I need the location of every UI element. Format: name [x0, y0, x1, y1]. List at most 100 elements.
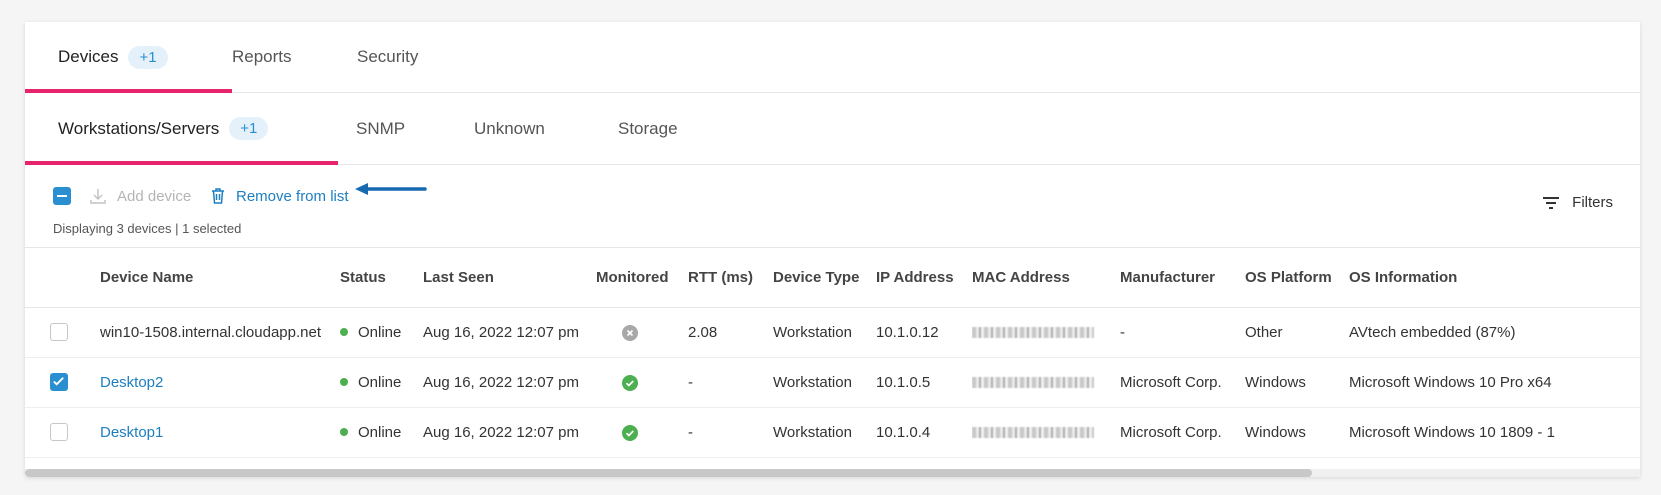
add-device-button[interactable]: Add device	[89, 187, 191, 205]
online-status-dot	[340, 327, 348, 336]
indeterminate-icon	[57, 195, 67, 197]
main-tabs: Devices +1 Reports Security	[25, 22, 1640, 93]
os-information: Microsoft Windows 10 1809 - 1	[1349, 407, 1640, 458]
tab-workstations-label: Workstations/Servers	[58, 118, 220, 138]
status-text: Online	[358, 423, 402, 441]
tab-security-label: Security	[357, 47, 419, 66]
status-cell: Online	[340, 407, 423, 458]
manufacturer: Microsoft Corp.	[1120, 357, 1245, 408]
download-icon	[90, 189, 106, 204]
trash-icon	[212, 188, 224, 204]
col-rtt[interactable]: RTT (ms)	[688, 249, 773, 308]
device-name: win10-1508.internal.cloudapp.net	[100, 307, 340, 358]
devices-card: Devices +1 Reports Security Workstations…	[25, 22, 1640, 477]
status-cell: Online	[340, 307, 423, 358]
device-count-text: Displaying 3 devices | 1 selected	[53, 221, 242, 236]
tab-reports-label: Reports	[232, 47, 292, 66]
remove-from-list-label: Remove from list	[236, 187, 349, 205]
col-monitored[interactable]: Monitored	[596, 249, 688, 308]
device-name-link[interactable]: Desktop1	[100, 407, 340, 458]
manufacturer: -	[1120, 307, 1245, 358]
table-row[interactable]: Desktop2 Online Aug 16, 2022 12:07 pm - …	[25, 357, 1640, 408]
col-manufacturer[interactable]: Manufacturer	[1120, 249, 1245, 308]
tab-devices[interactable]: Devices +1	[25, 22, 232, 93]
check-icon	[622, 424, 638, 441]
online-status-dot	[340, 427, 348, 436]
col-os-information[interactable]: OS Information	[1349, 249, 1640, 308]
table-header-row: Device Name Status Last Seen Monitored R…	[25, 249, 1640, 308]
tab-unknown-label: Unknown	[474, 118, 545, 138]
monitored-cell	[596, 357, 688, 408]
last-seen: Aug 16, 2022 12:07 pm	[423, 307, 596, 358]
check-icon	[53, 377, 64, 386]
col-device-name[interactable]: Device Name	[100, 249, 340, 308]
x-icon	[622, 324, 638, 341]
devices-table: Device Name Status Last Seen Monitored R…	[25, 249, 1640, 458]
tab-devices-label: Devices	[58, 47, 119, 66]
scrollbar-thumb[interactable]	[25, 469, 1312, 477]
rtt: -	[688, 407, 773, 458]
status-text: Online	[358, 373, 402, 391]
rtt: -	[688, 357, 773, 408]
row-checkbox-checked[interactable]	[50, 373, 68, 391]
status-text: Online	[358, 323, 402, 341]
device-type: Workstation	[773, 357, 876, 408]
tab-storage-label: Storage	[618, 118, 678, 138]
table-row[interactable]: win10-1508.internal.cloudapp.net Online …	[25, 307, 1640, 358]
tab-reports[interactable]: Reports	[232, 22, 292, 92]
row-checkbox-cell	[25, 307, 100, 358]
tab-storage[interactable]: Storage	[618, 93, 678, 164]
col-status[interactable]: Status	[340, 249, 423, 308]
ip-address: 10.1.0.4	[876, 407, 972, 458]
sub-tabs: Workstations/Servers +1 SNMP Unknown Sto…	[25, 93, 1640, 165]
col-device-type[interactable]: Device Type	[773, 249, 876, 308]
rtt: 2.08	[688, 307, 773, 358]
ip-address: 10.1.0.12	[876, 307, 972, 358]
ip-address: 10.1.0.5	[876, 357, 972, 408]
device-name-link[interactable]: Desktop2	[100, 357, 340, 408]
row-checkbox-cell	[25, 357, 100, 408]
horizontal-scrollbar[interactable]	[25, 469, 1640, 477]
os-platform: Windows	[1245, 407, 1349, 458]
table-row[interactable]: Desktop1 Online Aug 16, 2022 12:07 pm - …	[25, 407, 1640, 458]
os-platform: Other	[1245, 307, 1349, 358]
tab-workstations-servers[interactable]: Workstations/Servers +1	[25, 93, 338, 165]
header-checkbox-cell	[25, 249, 100, 308]
toolbar: Add device Remove from list Displaying 3…	[25, 165, 1640, 248]
arrow-left-icon	[355, 183, 427, 195]
monitored-cell	[596, 307, 688, 358]
tab-unknown[interactable]: Unknown	[474, 93, 545, 164]
row-checkbox[interactable]	[50, 323, 68, 341]
col-os-platform[interactable]: OS Platform	[1245, 249, 1349, 308]
row-checkbox[interactable]	[50, 423, 68, 441]
status-cell: Online	[340, 357, 423, 408]
check-icon	[622, 374, 638, 391]
manufacturer: Microsoft Corp.	[1120, 407, 1245, 458]
monitored-cell	[596, 407, 688, 458]
tab-security[interactable]: Security	[357, 22, 418, 92]
device-type: Workstation	[773, 307, 876, 358]
filters-button[interactable]: Filters	[1542, 194, 1613, 211]
os-platform: Windows	[1245, 357, 1349, 408]
filters-label: Filters	[1572, 194, 1613, 211]
tab-snmp-label: SNMP	[356, 118, 406, 138]
os-information: AVtech embedded (87%)	[1349, 307, 1640, 358]
row-checkbox-cell	[25, 407, 100, 458]
mac-address-redacted	[972, 427, 1094, 439]
tab-workstations-badge: +1	[229, 117, 269, 140]
tab-snmp[interactable]: SNMP	[356, 93, 405, 164]
select-all-checkbox[interactable]	[53, 187, 71, 205]
mac-address-redacted	[972, 327, 1094, 339]
col-mac-address[interactable]: MAC Address	[972, 249, 1120, 308]
last-seen: Aug 16, 2022 12:07 pm	[423, 407, 596, 458]
remove-from-list-button[interactable]: Remove from list	[210, 187, 349, 205]
os-information: Microsoft Windows 10 Pro x64	[1349, 357, 1640, 408]
filter-icon	[1543, 196, 1560, 209]
mac-address-cell	[972, 307, 1120, 358]
col-last-seen[interactable]: Last Seen	[423, 249, 596, 308]
col-ip-address[interactable]: IP Address	[876, 249, 972, 308]
mac-address-cell	[972, 357, 1120, 408]
mac-address-redacted	[972, 377, 1094, 389]
device-type: Workstation	[773, 407, 876, 458]
last-seen: Aug 16, 2022 12:07 pm	[423, 357, 596, 408]
